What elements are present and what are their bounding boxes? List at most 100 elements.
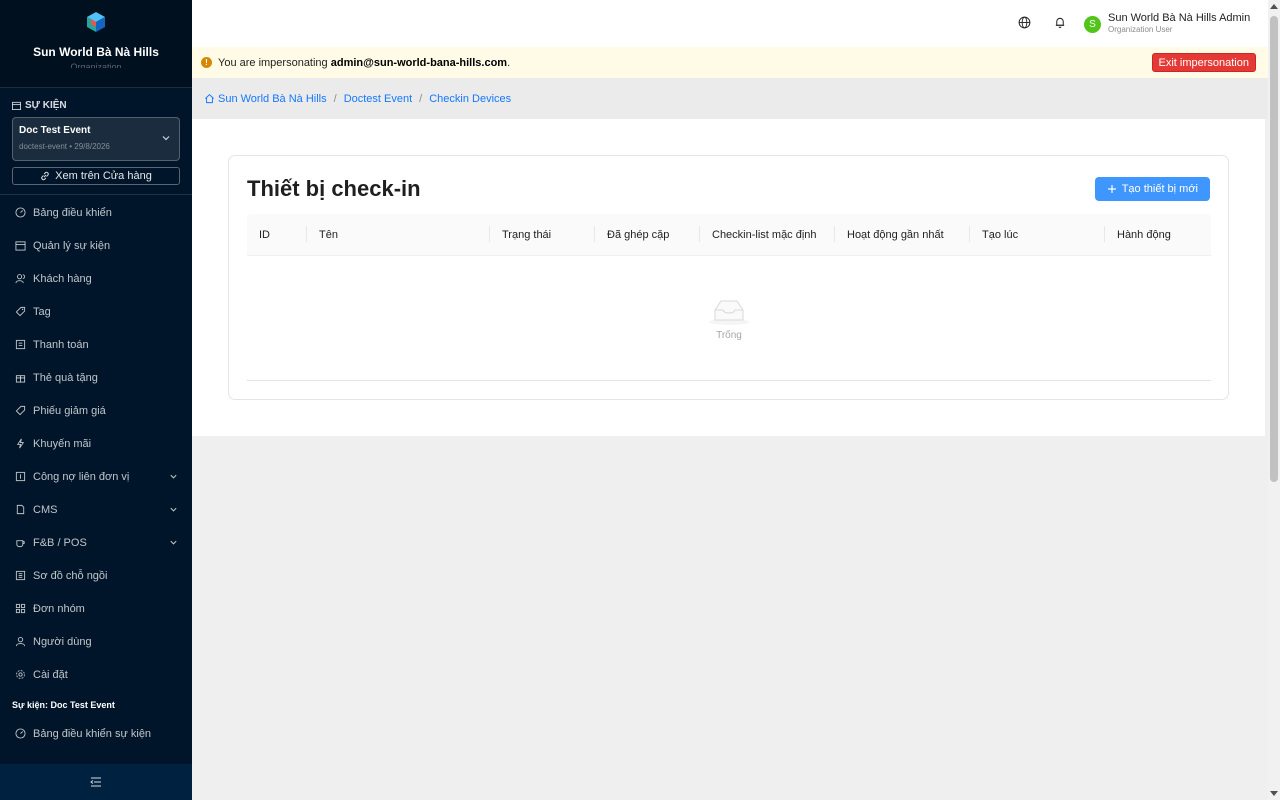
sidebar-item-label: Thẻ quà tặng bbox=[33, 371, 98, 384]
sidebar-item-label: Công nợ liên đơn vị bbox=[33, 470, 130, 483]
layout-icon bbox=[14, 570, 26, 582]
page-scrollbar[interactable] bbox=[1268, 0, 1280, 800]
sidebar-item-label: Bảng điều khiển sự kiện bbox=[33, 727, 152, 740]
dashboard-icon bbox=[14, 207, 26, 219]
column-header-created-at[interactable]: Tạo lúc bbox=[970, 214, 1105, 255]
sidebar: Sun World Bà Nà Hills Organization SỰ KI… bbox=[0, 0, 192, 800]
sidebar-item-label: Bảng điều khiển bbox=[33, 206, 112, 219]
sidebar-item-dashboard[interactable]: Bảng điều khiển bbox=[0, 196, 192, 229]
sidebar-item-label: Người dùng bbox=[33, 635, 92, 648]
tag-icon bbox=[14, 306, 26, 318]
payment-icon bbox=[14, 339, 26, 351]
sidebar-item-tag[interactable]: Tag bbox=[0, 295, 192, 328]
org-subtitle: Organization bbox=[70, 62, 122, 72]
chevron-down-icon bbox=[170, 540, 177, 545]
column-header-last-activity[interactable]: Hoạt động gần nhất bbox=[835, 214, 970, 255]
calendar-icon bbox=[12, 101, 21, 110]
breadcrumb-item-org[interactable]: Sun World Bà Nà Hills bbox=[204, 93, 327, 105]
sidebar-item-label: CMS bbox=[33, 503, 58, 516]
impersonation-prefix: You are impersonating bbox=[218, 56, 331, 69]
gift-icon bbox=[14, 372, 26, 384]
column-header-actions: Hành động bbox=[1117, 228, 1171, 241]
scroll-up-arrow-icon[interactable] bbox=[1270, 4, 1278, 9]
impersonation-email: admin@sun-world-bana-hills.com bbox=[330, 56, 508, 69]
dashboard-icon bbox=[14, 728, 26, 740]
empty-text: Trống bbox=[716, 329, 742, 341]
grid-icon bbox=[14, 603, 26, 615]
sidebar-item-cms[interactable]: CMS bbox=[0, 493, 192, 526]
app-logo-icon[interactable] bbox=[84, 10, 108, 34]
sidebar-item-users[interactable]: Người dùng bbox=[0, 625, 192, 658]
chevron-down-icon bbox=[162, 136, 170, 141]
globe-icon[interactable] bbox=[1018, 16, 1031, 29]
sidebar-item-event-dashboard[interactable]: Bảng điều khiển sự kiện bbox=[0, 717, 192, 750]
link-icon bbox=[41, 171, 49, 181]
sidebar-item-label: Cài đặt bbox=[33, 668, 68, 681]
coupon-icon bbox=[14, 405, 26, 417]
lightning-icon bbox=[14, 438, 26, 450]
file-icon bbox=[14, 504, 26, 516]
sidebar-item-label: Tag bbox=[33, 305, 51, 318]
column-header-id[interactable]: ID bbox=[247, 214, 307, 255]
breadcrumb-label: Sun World Bà Nà Hills bbox=[218, 92, 327, 105]
sidebar-item-fnb-pos[interactable]: F&B / POS bbox=[0, 526, 192, 559]
user-icon bbox=[14, 636, 26, 648]
sidebar-collapse-button[interactable] bbox=[0, 764, 192, 800]
home-icon bbox=[205, 94, 214, 104]
sidebar-item-gift-cards[interactable]: Thẻ quà tặng bbox=[0, 361, 192, 394]
breadcrumb-item-event[interactable]: Doctest Event bbox=[344, 93, 412, 105]
sidebar-item-coupons[interactable]: Phiếu giảm giá bbox=[0, 394, 192, 427]
user-role: Organization User bbox=[1108, 25, 1173, 34]
event-selector[interactable]: Doc Test Event doctest-event • 29/8/2026 bbox=[12, 117, 180, 161]
sidebar-item-promotions[interactable]: Khuyến mãi bbox=[0, 427, 192, 460]
sidebar-item-settings[interactable]: Cài đặt bbox=[0, 658, 192, 691]
view-store-label: Xem trên Cửa hàng bbox=[55, 170, 152, 182]
avatar[interactable]: S bbox=[1084, 16, 1101, 33]
exit-impersonation-button[interactable]: Exit impersonation bbox=[1151, 53, 1256, 72]
users-icon bbox=[14, 273, 26, 285]
sidebar-item-customers[interactable]: Khách hàng bbox=[0, 262, 192, 295]
create-device-label: Tạo thiết bị mới bbox=[1121, 183, 1198, 195]
sidebar-header: Sun World Bà Nà Hills Organization bbox=[0, 0, 192, 88]
column-header-default-checkin-list[interactable]: Checkin-list mặc định bbox=[700, 214, 835, 255]
chevron-down-icon bbox=[170, 474, 177, 479]
devices-table: ID Tên Trạng thái Đã ghép cặp Checkin-li… bbox=[247, 214, 1211, 381]
sidebar-item-label: Phiếu giảm giá bbox=[33, 404, 106, 417]
sidebar-item-label: Sơ đồ chỗ ngồi bbox=[33, 569, 108, 582]
sidebar-item-event-management[interactable]: Quản lý sự kiện bbox=[0, 229, 192, 262]
event-menu: Bảng điều khiển sự kiện bbox=[0, 716, 192, 750]
column-header-name[interactable]: Tên bbox=[307, 214, 490, 255]
top-bar: S Sun World Bà Nà Hills Admin Organizati… bbox=[192, 0, 1268, 47]
menu-fold-icon bbox=[90, 777, 101, 787]
sidebar-item-inter-unit-debt[interactable]: Công nợ liên đơn vị bbox=[0, 460, 192, 493]
sidebar-item-payments[interactable]: Thanh toán bbox=[0, 328, 192, 361]
sidebar-item-label: Quản lý sự kiện bbox=[33, 239, 111, 252]
column-header-status[interactable]: Trạng thái bbox=[490, 214, 595, 255]
impersonation-suffix: . bbox=[507, 56, 511, 69]
sidebar-item-label: F&B / POS bbox=[33, 536, 87, 549]
scroll-down-arrow-icon[interactable] bbox=[1270, 791, 1278, 796]
sidebar-item-label: Khách hàng bbox=[33, 272, 92, 285]
org-name: Sun World Bà Nà Hills bbox=[33, 45, 159, 59]
sidebar-item-label: Khuyến mãi bbox=[33, 437, 92, 450]
breadcrumb-item-current[interactable]: Checkin Devices bbox=[429, 93, 511, 105]
sidebar-item-group-orders[interactable]: Đơn nhóm bbox=[0, 592, 192, 625]
create-device-button[interactable]: Tạo thiết bị mới bbox=[1094, 177, 1210, 201]
empty-inbox-icon bbox=[709, 300, 749, 325]
user-name[interactable]: Sun World Bà Nà Hills Admin bbox=[1108, 12, 1250, 24]
event-section-label: SỰ KIỆN bbox=[0, 88, 192, 112]
coffee-icon bbox=[14, 537, 26, 549]
breadcrumb-separator: / bbox=[419, 92, 423, 105]
column-header-paired[interactable]: Đã ghép cặp bbox=[595, 214, 700, 255]
sidebar-item-seat-map[interactable]: Sơ đồ chỗ ngồi bbox=[0, 559, 192, 592]
scrollbar-thumb[interactable] bbox=[1270, 16, 1278, 482]
checkin-devices-card: Thiết bị check-in Tạo thiết bị mới ID Tê… bbox=[228, 155, 1229, 400]
sidebar-item-label: Thanh toán bbox=[33, 338, 89, 351]
ledger-icon bbox=[14, 471, 26, 483]
event-meta: doctest-event • 29/8/2026 bbox=[19, 142, 110, 151]
view-store-button[interactable]: Xem trên Cửa hàng bbox=[12, 167, 180, 185]
event-section-text: SỰ KIỆN bbox=[25, 99, 67, 111]
page-title: Thiết bị check-in bbox=[247, 176, 421, 201]
bell-icon[interactable] bbox=[1054, 16, 1066, 29]
plus-icon bbox=[1107, 185, 1116, 193]
